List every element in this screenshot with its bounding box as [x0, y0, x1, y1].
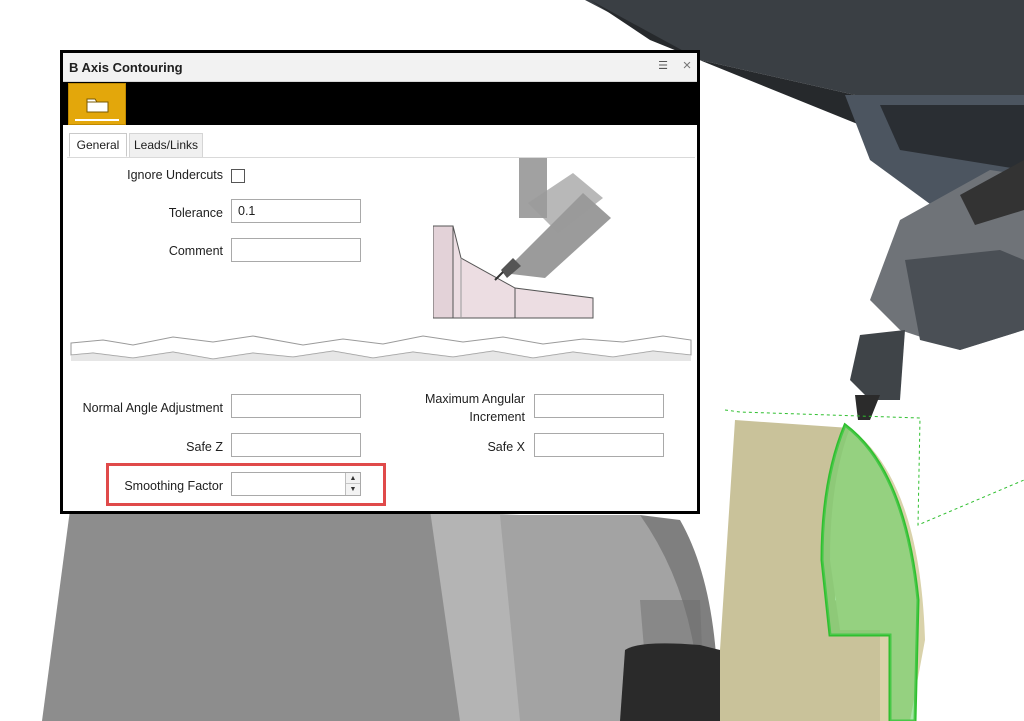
safe-x-label: Safe X — [487, 440, 525, 454]
dialog-title: B Axis Contouring — [69, 60, 183, 75]
tab-general[interactable]: General — [69, 133, 127, 157]
b-axis-contouring-dialog: B Axis Contouring ☰ × General Leads/Link… — [60, 50, 700, 514]
smoothing-factor-spinner[interactable]: ▲ ▼ — [345, 473, 360, 495]
tool-holder-block — [905, 250, 1024, 350]
toolbar-button-underline — [75, 119, 119, 121]
torn-edge-separator — [70, 335, 692, 361]
dialog-toolbar — [63, 82, 697, 125]
ignore-undercuts-label: Ignore Undercuts — [127, 168, 223, 182]
safe-x-field[interactable] — [534, 433, 664, 457]
comment-label: Comment — [168, 244, 223, 258]
tab-strip: General Leads/Links — [67, 131, 695, 158]
maximum-angular-increment-field[interactable] — [534, 394, 664, 418]
spin-down-icon[interactable]: ▼ — [346, 484, 360, 495]
close-icon[interactable]: × — [680, 58, 694, 73]
safe-z-field[interactable] — [231, 433, 361, 457]
spin-up-icon[interactable]: ▲ — [346, 473, 360, 484]
safe-z-label: Safe Z — [186, 440, 223, 454]
workpiece-bore — [620, 643, 720, 721]
general-toolbar-button[interactable] — [68, 83, 126, 125]
tab-leads-links[interactable]: Leads/Links — [129, 133, 203, 157]
maximum-angular-increment-label-line2: Increment — [469, 410, 525, 424]
pin-icon[interactable]: ☰ — [657, 59, 669, 73]
folder-icon — [86, 98, 109, 113]
smoothing-factor-label: Smoothing Factor — [124, 479, 223, 493]
tolerance-field[interactable] — [231, 199, 361, 223]
dialog-titlebar: B Axis Contouring ☰ × — [63, 53, 697, 82]
tool-shank — [850, 330, 905, 400]
comment-field[interactable] — [231, 238, 361, 262]
normal-angle-adjustment-label: Normal Angle Adjustment — [82, 401, 223, 415]
b-axis-illustration — [433, 158, 611, 319]
normal-angle-adjustment-field[interactable] — [231, 394, 361, 418]
tolerance-label: Tolerance — [168, 206, 223, 220]
ignore-undercuts-checkbox[interactable] — [231, 169, 245, 183]
smoothing-factor-field[interactable] — [231, 472, 361, 496]
maximum-angular-increment-label-line1: Maximum Angular — [424, 392, 525, 406]
chuck-body — [42, 510, 470, 721]
